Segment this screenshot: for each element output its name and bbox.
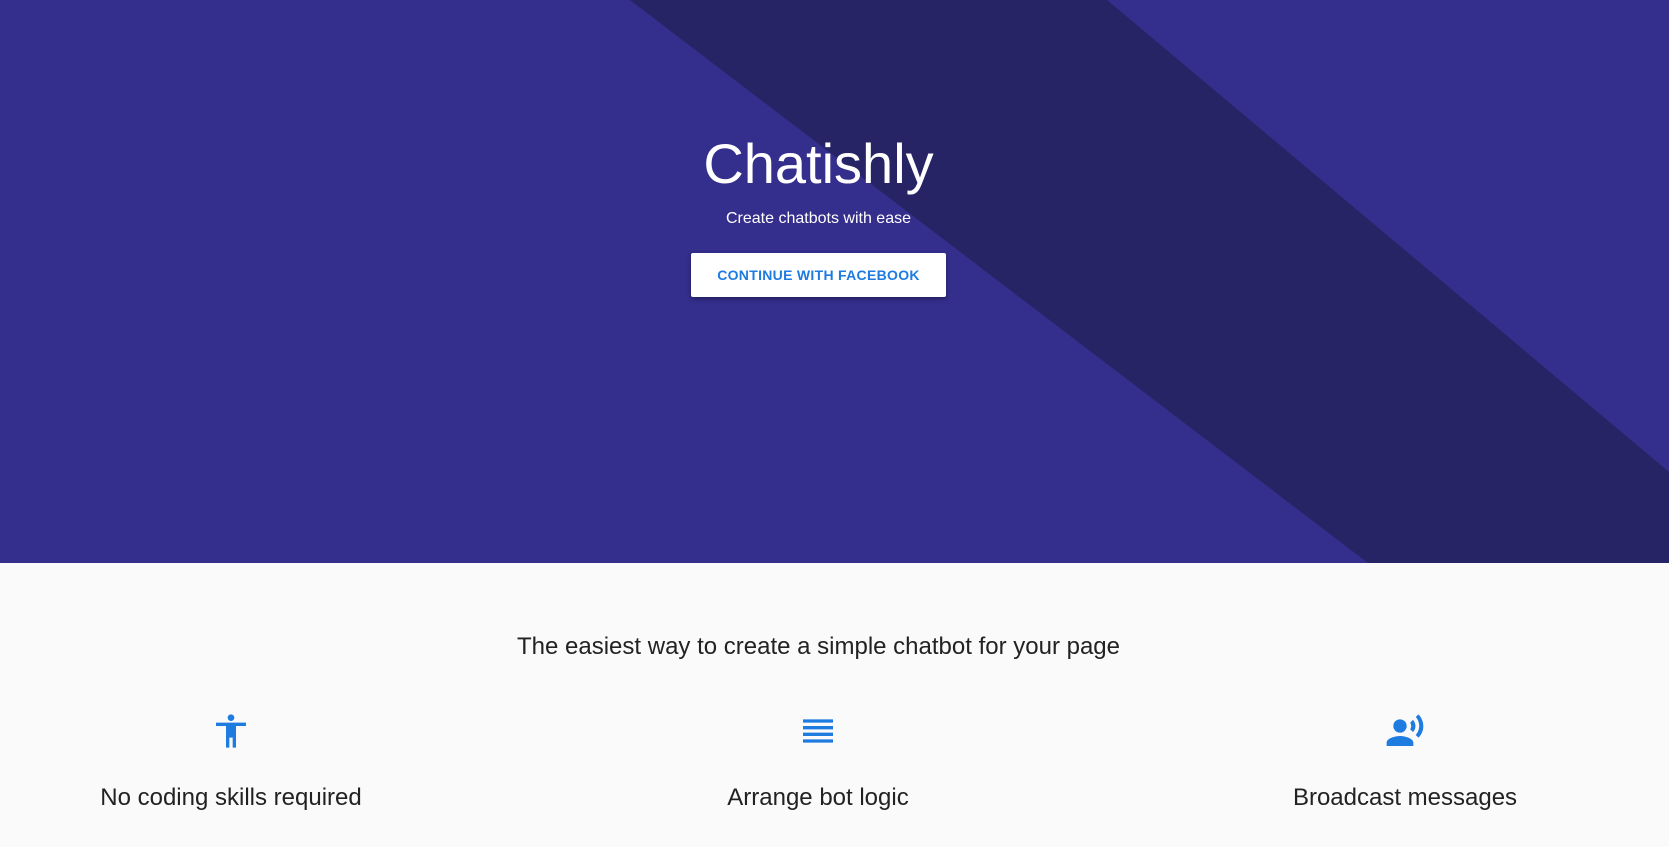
feature-arrange-logic: Arrange bot logic xyxy=(618,711,1018,815)
feature-title: Broadcast messages xyxy=(1292,784,1518,811)
list-lines-icon xyxy=(803,719,833,743)
continue-with-facebook-button[interactable]: CONTINUE WITH FACEBOOK xyxy=(691,253,946,297)
hero-section: Chatishly Create chatbots with ease CONT… xyxy=(0,0,1669,563)
feature-title: Arrange bot logic xyxy=(727,784,909,811)
features-heading: The easiest way to create a simple chatb… xyxy=(517,633,1120,660)
hero-content: Chatishly Create chatbots with ease CONT… xyxy=(0,0,1637,563)
feature-broadcast: Broadcast messages xyxy=(1205,711,1605,815)
landing-page: Chatishly Create chatbots with ease CONT… xyxy=(0,0,1669,847)
accessibility-icon xyxy=(216,714,246,748)
tagline: Create chatbots with ease xyxy=(726,210,911,227)
features-section: The easiest way to create a simple chatb… xyxy=(0,563,1669,847)
record-voice-icon xyxy=(1386,714,1424,746)
feature-title: No coding skills required xyxy=(100,784,362,811)
feature-no-coding: No coding skills required xyxy=(31,711,431,815)
app-title: Chatishly xyxy=(703,132,934,195)
